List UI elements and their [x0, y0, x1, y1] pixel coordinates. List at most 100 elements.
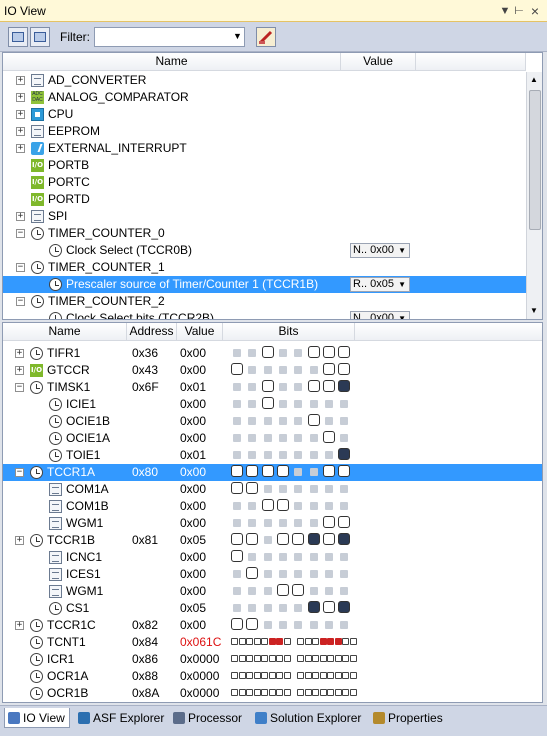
bit-toggle[interactable] — [246, 533, 259, 545]
register-row[interactable]: OCR1A 0x88 0x0000 — [3, 668, 542, 685]
register-row[interactable]: + I/O GTCCR 0x43 0x00 — [3, 362, 542, 379]
bit-toggle[interactable] — [319, 638, 327, 645]
register-value[interactable]: 0x00 — [180, 498, 206, 515]
collapse-icon[interactable]: − — [16, 263, 25, 272]
filter-input[interactable] — [94, 27, 245, 47]
bit-toggle[interactable] — [334, 655, 342, 662]
bit-toggle[interactable] — [261, 380, 274, 392]
bit-toggle[interactable] — [261, 638, 268, 645]
register-value[interactable]: 0x05 — [180, 532, 206, 549]
register-row[interactable]: TCNT1 0x84 0x061C — [3, 634, 542, 651]
expand-icon[interactable]: + — [16, 212, 25, 221]
register-value[interactable]: 0x00 — [180, 396, 206, 413]
bit-toggle[interactable] — [349, 689, 357, 696]
bit-toggle[interactable] — [322, 380, 335, 392]
register-value[interactable]: 0x0000 — [180, 685, 219, 702]
bit-toggle[interactable] — [338, 465, 351, 477]
bit-toggle[interactable] — [238, 638, 246, 645]
bit-toggle[interactable] — [268, 638, 276, 645]
register-row[interactable]: + TCCR1B 0x81 0x05 — [3, 532, 542, 549]
register-value[interactable]: 0x01 — [180, 379, 206, 396]
bit-toggle[interactable] — [283, 689, 291, 696]
bit-toggle[interactable] — [231, 655, 238, 662]
register-row[interactable]: + TCCR1C 0x82 0x00 — [3, 617, 542, 634]
column-header-name[interactable]: Name — [3, 323, 127, 341]
bit-toggle[interactable] — [231, 363, 243, 375]
register-row[interactable]: COM1B 0x00 — [3, 498, 542, 515]
bit-toggle[interactable] — [253, 638, 261, 645]
column-header-name[interactable]: Name — [3, 53, 341, 71]
tree-row[interactable]: − TIMER_COUNTER_2 — [3, 293, 527, 310]
expand-all-button[interactable] — [30, 27, 50, 47]
bit-toggle[interactable] — [253, 672, 261, 679]
bit-toggle[interactable] — [292, 584, 305, 596]
scroll-thumb[interactable] — [529, 90, 541, 230]
bit-toggle[interactable] — [276, 499, 289, 511]
register-row[interactable]: ICES1 0x00 — [3, 566, 542, 583]
bit-toggle[interactable] — [268, 689, 276, 696]
register-value[interactable]: 0x00 — [180, 515, 206, 532]
bit-toggle[interactable] — [238, 655, 246, 662]
bit-toggle[interactable] — [246, 689, 253, 696]
bit-toggle[interactable] — [246, 638, 253, 645]
column-header-value[interactable]: Value — [177, 323, 223, 341]
register-value[interactable]: 0x01 — [180, 447, 206, 464]
tab-properties[interactable]: Properties — [370, 708, 443, 728]
bit-toggle[interactable] — [334, 672, 342, 679]
tree-row[interactable]: Clock Select (TCCR0B) N.. 0x00 ▼ — [3, 242, 527, 259]
register-value[interactable]: 0x0000 — [180, 651, 219, 668]
vertical-scrollbar[interactable]: ▲ ▼ — [526, 72, 542, 319]
bit-toggle[interactable] — [246, 672, 253, 679]
register-row[interactable]: WGM1 0x00 — [3, 515, 542, 532]
register-row[interactable]: ICIE1 0x00 — [3, 396, 542, 413]
tab-processor[interactable]: Processor — [170, 708, 242, 728]
register-value[interactable]: 0x00 — [180, 481, 206, 498]
collapse-icon[interactable]: − — [16, 297, 25, 306]
expand-icon[interactable]: + — [16, 127, 25, 136]
bit-toggle[interactable] — [253, 689, 261, 696]
bit-toggle[interactable] — [246, 482, 259, 494]
bit-toggle[interactable] — [349, 672, 357, 679]
bit-toggle[interactable] — [338, 346, 351, 358]
bit-toggle[interactable] — [246, 655, 253, 662]
window-menu-dropdown-icon[interactable]: ▼ — [498, 4, 512, 18]
bit-toggle[interactable] — [246, 567, 259, 579]
tree-row[interactable]: + CPU — [3, 106, 527, 123]
bit-toggle[interactable] — [307, 533, 320, 545]
expand-icon[interactable]: + — [16, 76, 25, 85]
register-row[interactable]: OCR1B 0x8A 0x0000 — [3, 685, 542, 702]
bit-toggle[interactable] — [334, 689, 342, 696]
register-value[interactable]: 0x00 — [180, 430, 206, 447]
bit-toggle[interactable] — [268, 672, 276, 679]
bit-toggle[interactable] — [304, 638, 312, 645]
column-header-bits[interactable]: Bits — [223, 323, 355, 341]
bit-toggle[interactable] — [312, 638, 319, 645]
bit-toggle[interactable] — [276, 638, 283, 645]
bit-toggle[interactable] — [276, 655, 283, 662]
bit-toggle[interactable] — [342, 638, 349, 645]
bit-toggle[interactable] — [253, 655, 261, 662]
register-value[interactable]: 0x00 — [180, 345, 206, 362]
tab-solution-explorer[interactable]: Solution Explorer — [252, 708, 361, 728]
value-dropdown[interactable]: N.. 0x00 ▼ — [350, 311, 410, 319]
tree-row[interactable]: I/O PORTC — [3, 174, 527, 191]
bit-toggle[interactable] — [304, 655, 312, 662]
collapse-icon[interactable]: − — [15, 468, 24, 477]
collapse-icon[interactable]: − — [16, 229, 25, 238]
bit-toggle[interactable] — [297, 655, 304, 662]
scroll-down-icon[interactable]: ▼ — [530, 306, 538, 315]
register-value[interactable]: 0x0000 — [180, 668, 219, 685]
bit-toggle[interactable] — [283, 672, 291, 679]
register-value[interactable]: 0x00 — [180, 362, 206, 379]
register-row[interactable]: WGM1 0x00 — [3, 583, 542, 600]
expand-icon[interactable]: + — [15, 349, 24, 358]
bit-toggle[interactable] — [246, 618, 259, 630]
register-value[interactable]: 0x061C — [180, 634, 221, 651]
bit-toggle[interactable] — [334, 638, 342, 645]
collapse-all-button[interactable] — [8, 27, 28, 47]
tree-row[interactable]: I/O PORTB — [3, 157, 527, 174]
bit-toggle[interactable] — [312, 689, 319, 696]
bit-toggle[interactable] — [338, 601, 351, 613]
register-value[interactable]: 0x05 — [180, 600, 206, 617]
bit-toggle[interactable] — [322, 516, 335, 528]
